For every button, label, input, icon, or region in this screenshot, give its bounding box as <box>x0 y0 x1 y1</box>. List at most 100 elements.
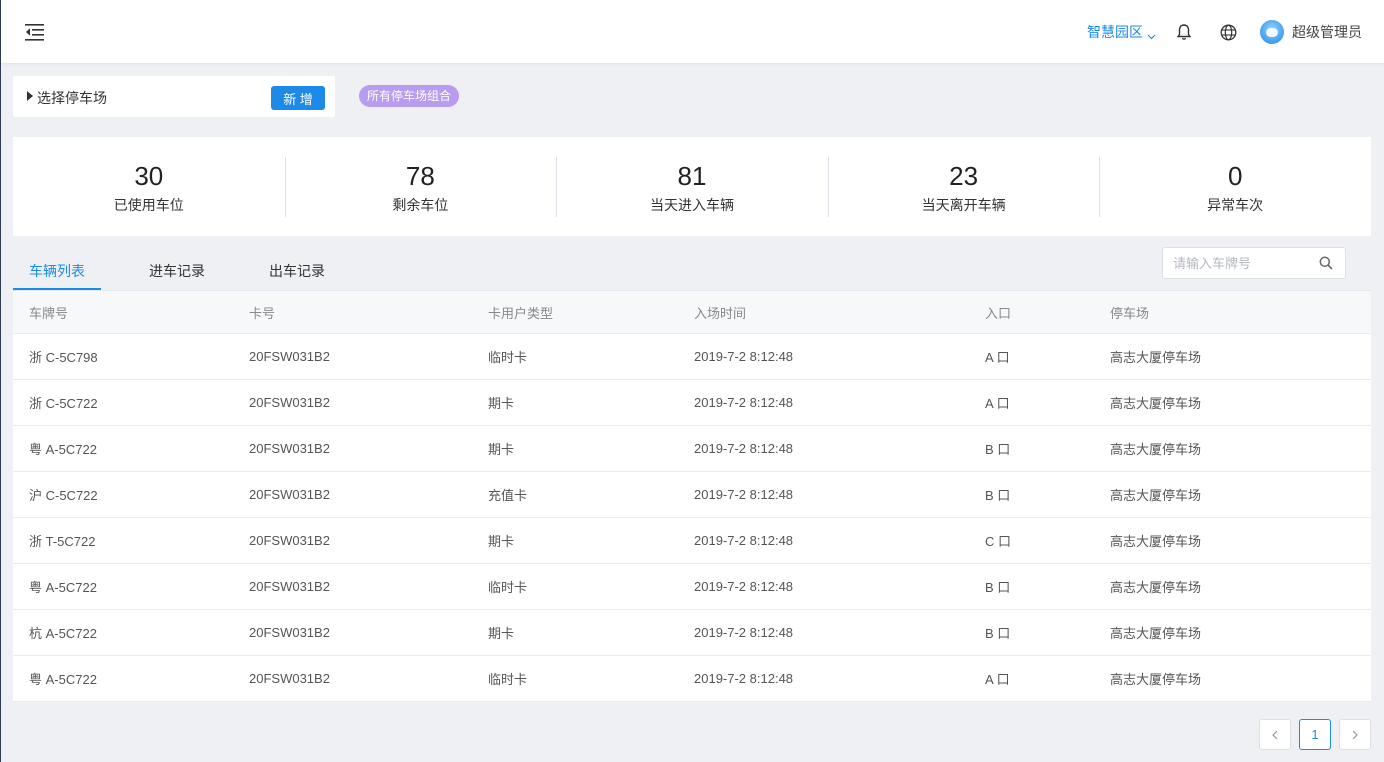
chevron-right-icon <box>1352 730 1358 739</box>
stat-label: 当天进入车辆 <box>649 196 734 213</box>
entrance: B 口 <box>985 580 1011 595</box>
parking-lot: 高志大厦停车场 <box>1110 580 1202 595</box>
vehicle-table: 车牌号 卡号 卡用户类型 入场时间 入口 停车场 浙 C-5C798 20FSW… <box>13 291 1371 702</box>
plate-number: 沪 C-5C722 <box>29 488 98 503</box>
stat-value: 78 <box>405 160 435 191</box>
stat-value: 81 <box>677 160 707 191</box>
stat-label: 异常车次 <box>1207 196 1264 213</box>
globe-icon[interactable] <box>1218 22 1238 42</box>
column-header: 卡号 <box>249 305 276 321</box>
park-switcher[interactable]: 智慧园区 <box>1087 22 1156 42</box>
avatar <box>1260 20 1284 44</box>
table-row[interactable]: 浙 C-5C722 20FSW031B2 期卡 2019-7-2 8:12:48… <box>13 380 1371 426</box>
card-type: 临时卡 <box>488 672 528 687</box>
plate-search <box>1162 247 1346 279</box>
entrance: A 口 <box>985 672 1010 687</box>
card-number: 20FSW031B2 <box>249 349 330 364</box>
column-header: 车牌号 <box>29 305 69 321</box>
tab-entry-records[interactable]: 进车记录 <box>149 261 205 281</box>
stat-label: 剩余车位 <box>392 196 449 213</box>
column-header: 入口 <box>985 305 1012 321</box>
bell-icon[interactable] <box>1174 22 1194 42</box>
parking-lot: 高志大厦停车场 <box>1110 626 1202 641</box>
stat-label: 当天离开车辆 <box>921 196 1006 213</box>
user-menu[interactable]: 超级管理员 <box>1260 20 1362 44</box>
stat-value: 0 <box>1227 160 1243 191</box>
search-input[interactable] <box>1173 248 1313 278</box>
stat-abnormal: 0 异常车次 <box>1099 156 1371 217</box>
card-type: 期卡 <box>488 396 515 411</box>
header-actions: 智慧园区 超级管理员 <box>1087 0 1362 64</box>
card-type: 临时卡 <box>488 580 528 595</box>
top-header: 智慧园区 超级管理员 <box>1 0 1384 64</box>
entry-time: 2019-7-2 8:12:48 <box>694 349 794 364</box>
entry-time: 2019-7-2 8:12:48 <box>694 487 794 502</box>
user-name: 超级管理员 <box>1292 24 1362 40</box>
entrance: A 口 <box>985 396 1010 411</box>
window-edge <box>0 0 1 762</box>
table-row[interactable]: 沪 C-5C722 20FSW031B2 充值卡 2019-7-2 8:12:4… <box>13 472 1371 518</box>
entrance: A 口 <box>985 350 1010 365</box>
column-header: 停车场 <box>1110 305 1150 321</box>
tab-exit-records[interactable]: 出车记录 <box>269 261 325 281</box>
stat-used-spaces: 30 已使用车位 <box>13 157 285 217</box>
park-name: 智慧园区 <box>1087 24 1143 40</box>
table-row[interactable]: 浙 C-5C798 20FSW031B2 临时卡 2019-7-2 8:12:4… <box>13 334 1371 380</box>
entry-time: 2019-7-2 8:12:48 <box>694 671 794 686</box>
prev-page-button[interactable] <box>1259 719 1291 750</box>
parking-lot: 高志大厦停车场 <box>1110 672 1202 687</box>
tabs-bar: 车辆列表 进车记录 出车记录 <box>13 247 1371 291</box>
card-number: 20FSW031B2 <box>249 579 330 594</box>
add-button[interactable]: 新 增 <box>271 86 325 110</box>
tab-vehicle-list[interactable]: 车辆列表 <box>29 261 85 281</box>
stat-value: 30 <box>134 160 164 191</box>
plate-number: 粤 A-5C722 <box>29 580 97 595</box>
plate-number: 杭 A-5C722 <box>29 626 97 641</box>
table-row[interactable]: 粤 A-5C722 20FSW031B2 临时卡 2019-7-2 8:12:4… <box>13 564 1371 610</box>
entrance: B 口 <box>985 626 1011 641</box>
stat-remaining-spaces: 78 剩余车位 <box>284 156 557 217</box>
entrance: B 口 <box>985 488 1011 503</box>
stat-left-today: 23 当天离开车辆 <box>827 156 1100 217</box>
card-number: 20FSW031B2 <box>249 395 330 410</box>
entrance: C 口 <box>985 534 1012 549</box>
column-header: 入场时间 <box>694 305 747 321</box>
stat-label: 已使用车位 <box>113 196 184 213</box>
entry-time: 2019-7-2 8:12:48 <box>694 441 794 456</box>
parking-lot: 高志大厦停车场 <box>1110 350 1202 365</box>
card-number: 20FSW031B2 <box>249 533 330 548</box>
card-number: 20FSW031B2 <box>249 671 330 686</box>
plate-number: 浙 C-5C798 <box>29 350 98 365</box>
menu-collapse-icon[interactable] <box>25 23 47 41</box>
stat-entered-today: 81 当天进入车辆 <box>556 156 828 217</box>
column-header: 卡用户类型 <box>488 305 554 321</box>
card-type: 期卡 <box>488 626 515 641</box>
entry-time: 2019-7-2 8:12:48 <box>694 625 794 640</box>
card-type: 充值卡 <box>488 488 528 503</box>
card-number: 20FSW031B2 <box>249 625 330 640</box>
table-row[interactable]: 杭 A-5C722 20FSW031B2 期卡 2019-7-2 8:12:48… <box>13 610 1371 656</box>
table-header: 车牌号 卡号 卡用户类型 入场时间 入口 停车场 <box>13 291 1371 334</box>
parking-lot: 高志大厦停车场 <box>1110 442 1202 457</box>
entry-time: 2019-7-2 8:12:48 <box>694 533 794 548</box>
search-icon[interactable] <box>1319 256 1333 270</box>
parking-lot: 高志大厦停车场 <box>1110 534 1202 549</box>
stats-panel: 30 已使用车位 78 剩余车位 81 当天进入车辆 23 当天离开车辆 0 异… <box>13 137 1371 236</box>
parking-lot-selector[interactable]: 选择停车场 新 增 <box>13 76 335 117</box>
plate-number: 粤 A-5C722 <box>29 442 97 457</box>
plate-number: 浙 C-5C722 <box>29 396 98 411</box>
table-row[interactable]: 浙 T-5C722 20FSW031B2 期卡 2019-7-2 8:12:48… <box>13 518 1371 564</box>
parking-lot: 高志大厦停车场 <box>1110 488 1202 503</box>
entrance: B 口 <box>985 442 1011 457</box>
table-row[interactable]: 粤 A-5C722 20FSW031B2 临时卡 2019-7-2 8:12:4… <box>13 656 1371 702</box>
card-type: 期卡 <box>488 534 515 549</box>
page-number-button[interactable]: 1 <box>1299 719 1331 750</box>
caret-right-icon <box>27 91 33 101</box>
table-row[interactable]: 粤 A-5C722 20FSW031B2 期卡 2019-7-2 8:12:48… <box>13 426 1371 472</box>
parking-lot: 高志大厦停车场 <box>1110 396 1202 411</box>
card-number: 20FSW031B2 <box>249 441 330 456</box>
all-lots-group-tag[interactable]: 所有停车场组合 <box>359 85 460 107</box>
card-number: 20FSW031B2 <box>249 487 330 502</box>
next-page-button[interactable] <box>1339 719 1371 750</box>
selector-label: 选择停车场 <box>37 90 107 106</box>
